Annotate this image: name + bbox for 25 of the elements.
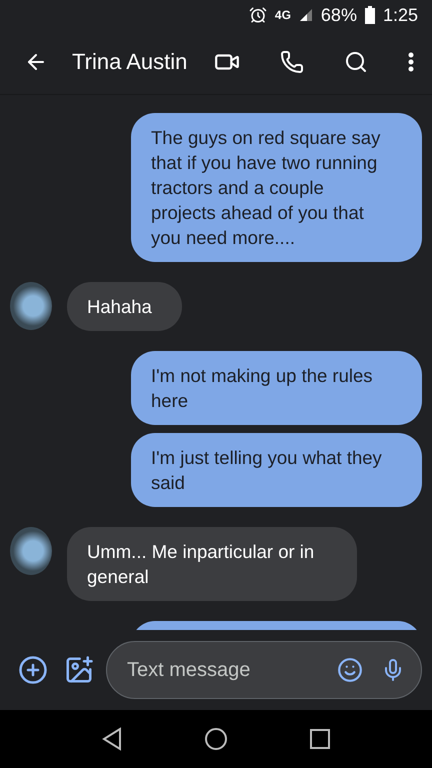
message-field[interactable]: Text message	[106, 641, 422, 699]
clock-time: 1:25	[382, 4, 418, 26]
triangle-back-icon	[100, 727, 123, 751]
battery-icon	[364, 6, 375, 24]
more-icon	[408, 52, 414, 72]
search-icon	[344, 50, 368, 74]
phone-icon	[280, 50, 304, 74]
avatar	[10, 282, 52, 330]
received-message: Hahaha	[67, 282, 182, 331]
smiley-icon	[337, 657, 363, 683]
avatar	[10, 527, 52, 575]
sent-message: I'm not making up the rules here	[131, 351, 422, 425]
sent-message: The guys on red square say that if you have two running tractors and a couple projects ahead of you that you need more....	[131, 113, 422, 262]
network-label: 4G	[274, 8, 291, 22]
circle-home-icon	[204, 727, 228, 751]
sent-message: I'm just telling you what they said	[131, 433, 422, 507]
battery-percentage: 68%	[320, 4, 357, 26]
alarm-icon	[248, 6, 267, 24]
square-recents-icon	[309, 728, 332, 750]
plus-icon	[18, 655, 48, 685]
contact-name: Trina Austin	[72, 49, 188, 75]
image-icon	[64, 655, 94, 685]
signal-icon	[298, 8, 313, 22]
received-message: Umm... Me inparticular or in general	[67, 527, 357, 601]
message-input-field[interactable]: Text message	[125, 658, 323, 682]
